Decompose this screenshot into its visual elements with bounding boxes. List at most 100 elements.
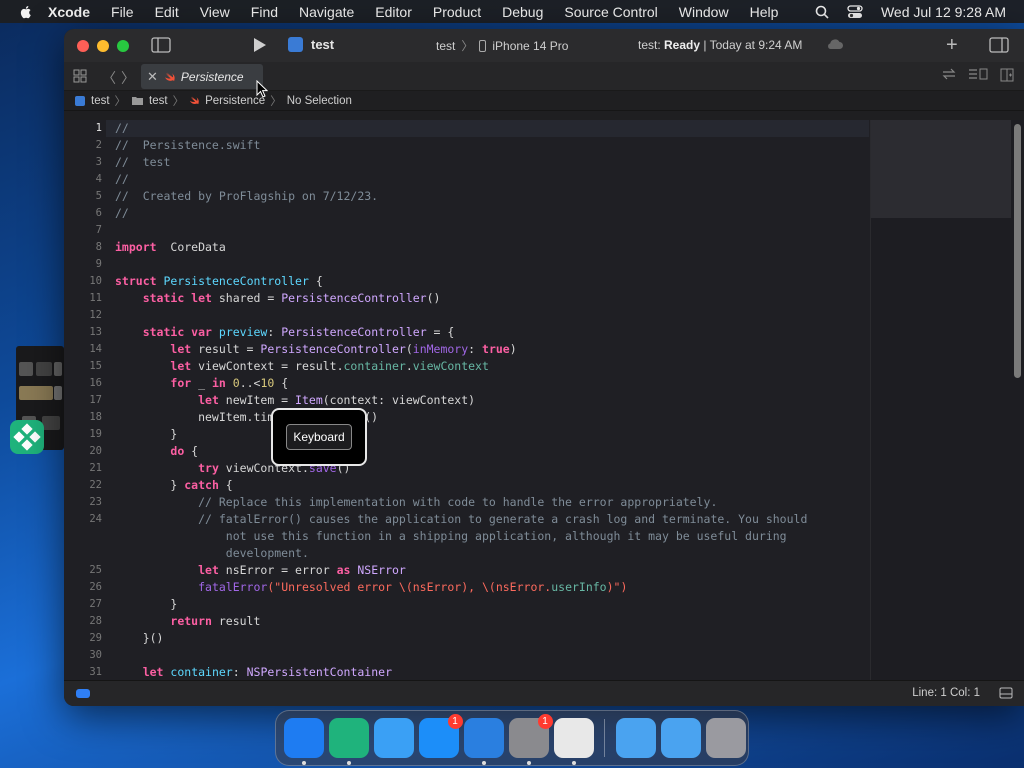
- code-line[interactable]: //: [115, 120, 129, 137]
- code-token: {: [308, 274, 323, 288]
- code-line[interactable]: let container: NSPersistentContainer: [115, 664, 392, 681]
- swap-icon[interactable]: [942, 68, 956, 80]
- chevron-right-icon: 〉: [270, 95, 282, 108]
- apple-menu-icon[interactable]: [18, 4, 34, 20]
- zoom-window-button[interactable]: [117, 39, 129, 52]
- minimap[interactable]: [870, 120, 1024, 680]
- menu-debug[interactable]: Debug: [502, 4, 543, 20]
- dock-system-settings-icon[interactable]: 1: [508, 714, 553, 765]
- editor-status-bar: Line: 1 Col: 1: [64, 680, 1024, 706]
- code-line[interactable]: // Persistence.swift: [115, 137, 260, 154]
- code-token: // Created by ProFlagship on 7/12/23.: [115, 189, 379, 203]
- menu-help[interactable]: Help: [750, 4, 779, 20]
- navigate-forward-icon[interactable]: 〉: [121, 68, 135, 88]
- add-library-button[interactable]: +: [946, 34, 958, 57]
- line-number: 23: [89, 496, 102, 508]
- vertical-scrollbar[interactable]: [1014, 124, 1021, 378]
- code-token: import: [115, 240, 157, 254]
- dock-trash-icon[interactable]: [705, 718, 746, 758]
- code-line[interactable]: //: [115, 171, 129, 188]
- dock-mail-icon[interactable]: [373, 718, 414, 758]
- app-menu[interactable]: Xcode: [48, 4, 90, 20]
- code-line[interactable]: do {: [115, 443, 198, 460]
- navigator-toggle-icon[interactable]: [151, 37, 171, 53]
- dock-xcode-icon[interactable]: [463, 718, 504, 765]
- menu-edit[interactable]: Edit: [155, 4, 179, 20]
- code-line[interactable]: } catch {: [115, 477, 233, 494]
- menu-navigate[interactable]: Navigate: [299, 4, 354, 20]
- code-line[interactable]: // Replace this implementation with code…: [115, 494, 717, 511]
- line-number: 6: [95, 207, 102, 219]
- running-indicator: [346, 761, 351, 765]
- code-line[interactable]: // test: [115, 154, 170, 171]
- cloud-icon[interactable]: [826, 38, 844, 50]
- menu-product[interactable]: Product: [433, 4, 481, 20]
- line-number: 29: [89, 632, 102, 644]
- split-editor-icon[interactable]: [1000, 68, 1014, 82]
- code-line[interactable]: not use this function in a shipping appl…: [115, 528, 787, 545]
- menu-source-control[interactable]: Source Control: [564, 4, 657, 20]
- dock-folder-icon[interactable]: [615, 718, 656, 758]
- window-toolbar: test test 〉 iPhone 14 Pro test: Ready | …: [64, 29, 1024, 62]
- code-line[interactable]: let newItem = Item(context: viewContext): [115, 392, 475, 409]
- menu-view[interactable]: View: [200, 4, 230, 20]
- menu-editor[interactable]: Editor: [375, 4, 412, 20]
- jumpbar-folder[interactable]: test: [149, 95, 168, 107]
- code-line[interactable]: let nsError = error as NSError: [115, 562, 406, 579]
- desktop-app-icon[interactable]: [10, 420, 44, 454]
- code-line[interactable]: import CoreData: [115, 239, 226, 256]
- scheme-name[interactable]: test: [311, 37, 334, 52]
- editor-options-icon[interactable]: [968, 68, 988, 80]
- control-center-icon[interactable]: [847, 4, 863, 19]
- code-line[interactable]: // fatalError() causes the application t…: [115, 511, 807, 528]
- show-debug-area-icon[interactable]: [999, 687, 1013, 699]
- run-destination[interactable]: test 〉 iPhone 14 Pro: [436, 37, 568, 54]
- code-line[interactable]: let viewContext = result.container.viewC…: [115, 358, 489, 375]
- dock-chrome-icon[interactable]: [553, 718, 594, 765]
- code-token: {: [218, 478, 233, 492]
- code-token: 10: [260, 376, 275, 390]
- code-line[interactable]: static let shared = PersistenceControlle…: [115, 290, 441, 307]
- code-line[interactable]: let result = PersistenceController(inMem…: [115, 341, 516, 358]
- menu-find[interactable]: Find: [251, 4, 278, 20]
- navigate-back-icon[interactable]: 〈: [102, 68, 116, 88]
- menu-file[interactable]: File: [111, 4, 134, 20]
- close-window-button[interactable]: [77, 39, 89, 52]
- tab-persistence[interactable]: ✕ Persistence: [141, 64, 263, 89]
- code-line[interactable]: fatalError("Unresolved error \(nsError),…: [115, 579, 627, 596]
- code-line[interactable]: // Created by ProFlagship on 7/12/23.: [115, 188, 378, 205]
- inspector-toggle-icon[interactable]: [989, 37, 1009, 53]
- code-line[interactable]: return result: [115, 613, 260, 630]
- code-line[interactable]: //: [115, 205, 129, 222]
- code-line[interactable]: struct PersistenceController {: [115, 273, 323, 290]
- code-token: //: [115, 172, 129, 186]
- chevron-right-icon: 〉: [114, 95, 127, 108]
- close-tab-icon[interactable]: ✕: [147, 69, 158, 85]
- dock-app-store-icon[interactable]: 1: [418, 714, 463, 758]
- code-line[interactable]: }: [115, 426, 177, 443]
- jumpbar-project[interactable]: test: [91, 95, 110, 107]
- source-editor[interactable]: 1 2 3 4 5 6 7 8 9 10 11 12 13 14 15 16 17 18 19 20 21 22 23 24 2…: [64, 120, 1024, 680]
- spotlight-search-icon[interactable]: [815, 5, 829, 19]
- related-items-grid-icon[interactable]: [73, 69, 87, 83]
- menu-window[interactable]: Window: [679, 4, 729, 20]
- code-line[interactable]: }(): [115, 630, 164, 647]
- debug-area-toggle-icon[interactable]: [76, 689, 90, 698]
- dock-finder-icon[interactable]: [283, 718, 324, 765]
- code-line[interactable]: }: [115, 596, 177, 613]
- dock-downloads-icon[interactable]: [660, 718, 701, 758]
- code-line[interactable]: development.: [115, 545, 309, 562]
- run-button-icon[interactable]: [253, 37, 267, 53]
- dock-app-green-icon[interactable]: [328, 718, 369, 765]
- minimize-window-button[interactable]: [97, 39, 109, 52]
- code-line[interactable]: for _ in 0..<10 {: [115, 375, 288, 392]
- code-line[interactable]: static var preview: PersistenceControlle…: [115, 324, 455, 341]
- minimap-visible-region[interactable]: [871, 120, 1011, 218]
- line-number: 11: [89, 292, 102, 304]
- menu-clock[interactable]: Wed Jul 12 9:28 AM: [881, 4, 1006, 20]
- jumpbar-symbol[interactable]: No Selection: [287, 95, 352, 107]
